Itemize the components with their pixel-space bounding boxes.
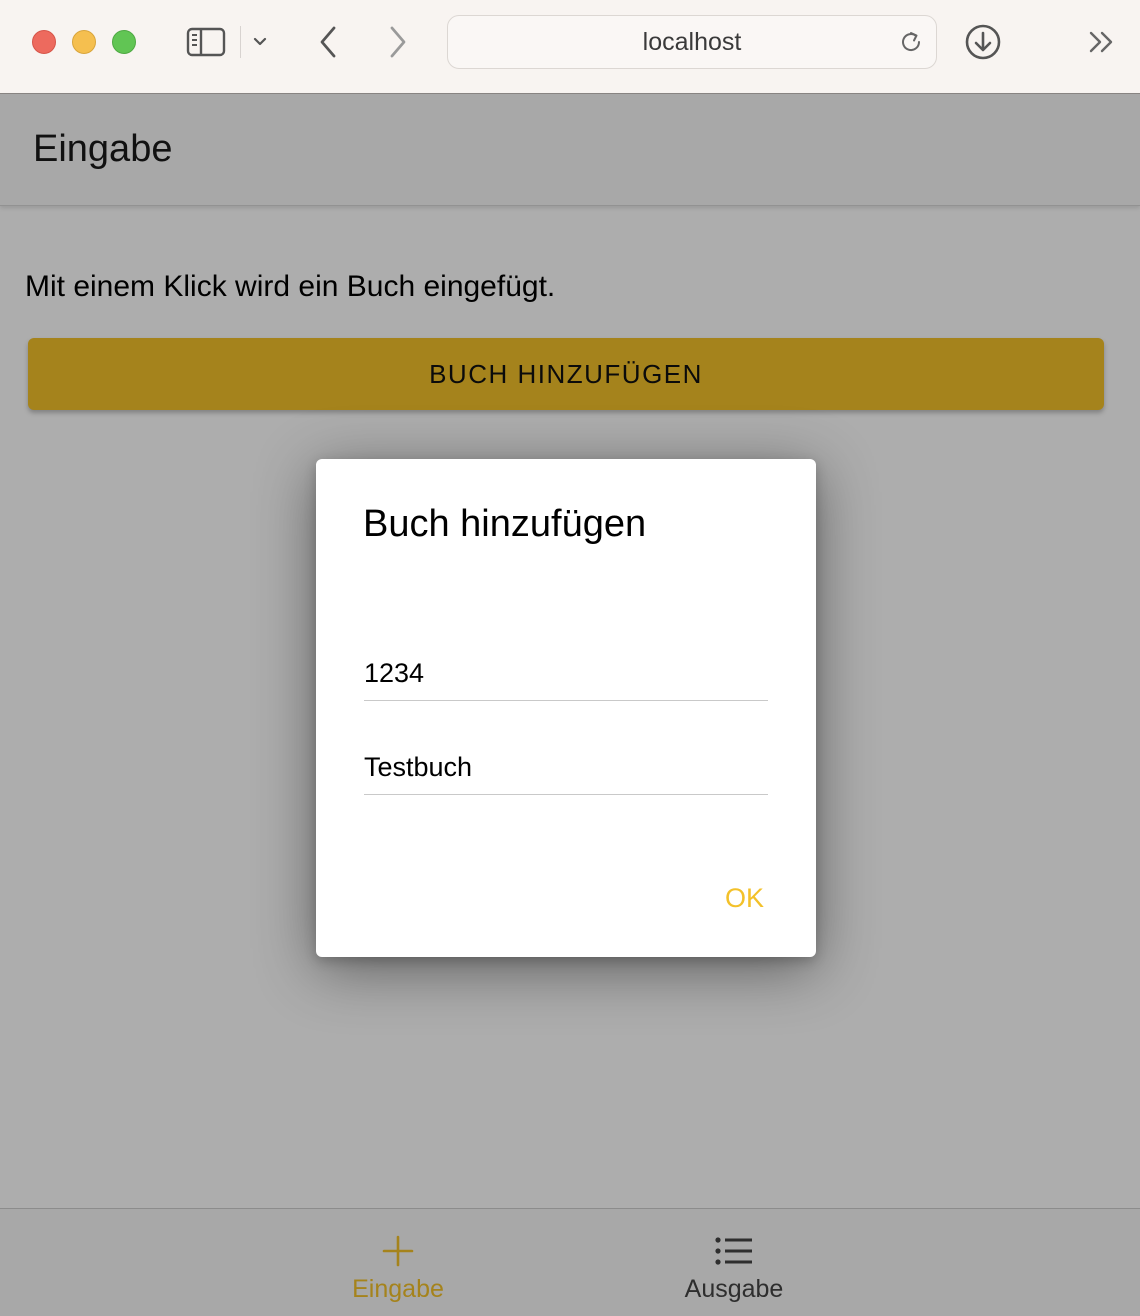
close-window-button[interactable]	[32, 30, 56, 54]
ok-button[interactable]: OK	[719, 879, 770, 918]
zoom-window-button[interactable]	[112, 30, 136, 54]
add-book-dialog: Buch hinzufügen OK	[316, 459, 816, 957]
minimize-window-button[interactable]	[72, 30, 96, 54]
page-root: localhost Eingabe Mit einem Klick wird e…	[0, 0, 1140, 1316]
address-text: localhost	[642, 27, 742, 56]
chevron-down-icon	[253, 37, 267, 46]
tab-group-menu-button[interactable]	[248, 28, 272, 56]
reload-button[interactable]	[896, 27, 926, 57]
toolbar-divider	[240, 26, 241, 58]
sidebar-icon	[186, 27, 226, 57]
more-toolbar-items-button[interactable]	[1082, 24, 1122, 60]
download-icon	[965, 24, 1001, 60]
reload-icon	[902, 32, 921, 51]
isbn-input[interactable]	[364, 647, 768, 701]
back-button[interactable]	[310, 22, 346, 62]
book-title-input[interactable]	[364, 741, 768, 795]
forward-button[interactable]	[380, 22, 416, 62]
chevron-right-icon	[390, 26, 406, 58]
double-chevron-right-icon	[1089, 31, 1113, 53]
downloads-button[interactable]	[963, 22, 1003, 62]
browser-toolbar: localhost	[0, 0, 1140, 94]
dialog-title: Buch hinzufügen	[363, 503, 647, 545]
sidebar-toggle-button[interactable]	[184, 24, 228, 60]
chevron-left-icon	[320, 26, 336, 58]
address-bar[interactable]: localhost	[447, 15, 937, 69]
